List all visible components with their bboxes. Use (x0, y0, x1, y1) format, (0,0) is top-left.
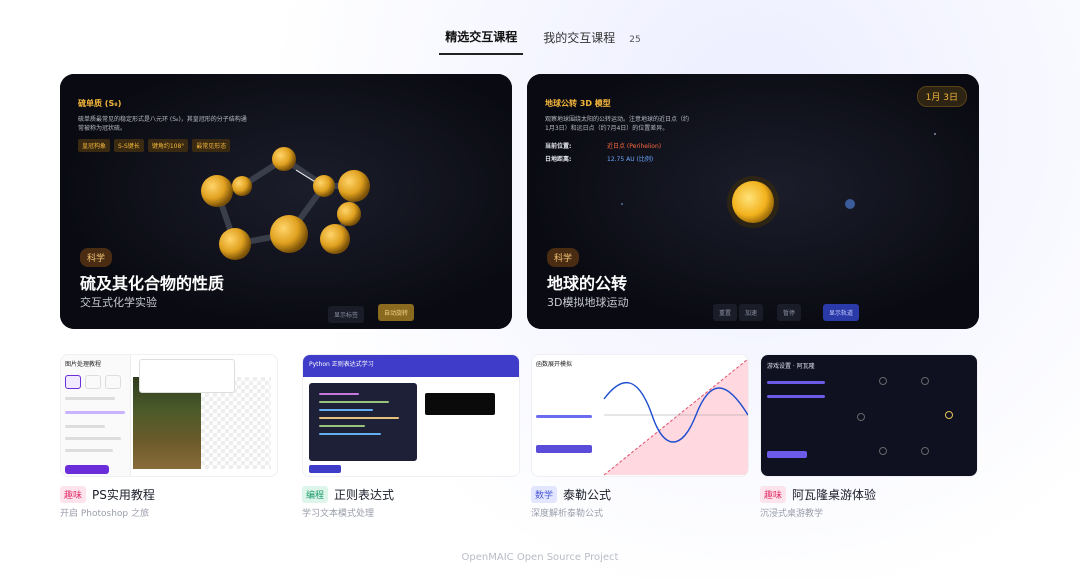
process-button (65, 465, 109, 474)
category-tag: 科学 (80, 248, 113, 267)
course-card-ps[interactable]: 图片处理教程 趣味 PS实用教程 开启 Photoshop 之旅 (60, 354, 278, 519)
player-seat (857, 413, 865, 421)
tab-my-courses[interactable]: 我的交互课程 (537, 25, 621, 54)
role-slider (767, 395, 825, 398)
category-tag: 趣味 (60, 486, 87, 503)
category-tag: 数学 (531, 486, 558, 503)
card-meta: 趣味 PS实用教程 (60, 486, 278, 503)
ps-app-title: 图片处理教程 (65, 361, 102, 368)
pause-button[interactable]: 暂停 (777, 304, 802, 321)
start-game-button (767, 451, 807, 458)
player-seat (879, 447, 887, 455)
course-card-avalon[interactable]: 游戏设置 · 阿瓦隆 趣味 阿瓦隆桌游体验 沉浸式桌游教学 (760, 354, 978, 519)
hint-popup (139, 359, 235, 393)
category-tag: 编程 (302, 486, 329, 503)
player-seat (879, 377, 887, 385)
course-title: 阿瓦隆桌游体验 (792, 488, 877, 502)
output-panel (423, 383, 515, 475)
code-line (319, 393, 359, 395)
slider-line (65, 449, 113, 452)
tool-icon (85, 375, 101, 389)
taylor-panel-title: 函数展开模拟 (536, 361, 573, 368)
code-line (319, 401, 389, 403)
slider-line (65, 411, 125, 414)
course-card-taylor[interactable]: 函数展开模拟 数学 泰勒公式 深度解析泰勒公式 (531, 354, 749, 519)
speed-up-button[interactable]: 加速 (739, 304, 764, 321)
featured-card-sulfur[interactable]: 硫单质 (S₈) 硫单质最常见的稳定形式是八元环 (S₈)，其皇冠形的分子结构通… (60, 74, 512, 329)
tab-featured-courses[interactable]: 精选交互课程 (439, 24, 524, 55)
avalon-panel-title: 游戏设置 · 阿瓦隆 (767, 363, 815, 370)
category-tag: 趣味 (760, 486, 787, 503)
card-subtitle: 交互式化学实验 (80, 296, 157, 309)
category-tag: 科学 (547, 248, 580, 267)
card-title: 地球的公转 (547, 274, 628, 293)
course-subtitle: 学习文本模式处理 (302, 509, 375, 519)
course-title: 泰勒公式 (563, 488, 612, 502)
course-card-regex[interactable]: Python 正则表达式学习 编程 正则表达式 学习文本模式处理 (302, 354, 520, 519)
card-meta: 数学 泰勒公式 (531, 486, 749, 503)
footer-text: OpenMAIC Open Source Project (461, 552, 619, 563)
regex-header-title: Python 正则表达式学习 (309, 361, 374, 368)
tool-icon (65, 375, 81, 389)
player-seat (945, 411, 953, 419)
slider-line (65, 397, 115, 400)
tool-icon (105, 375, 121, 389)
code-line (319, 433, 381, 435)
card-meta: 编程 正则表达式 (302, 486, 520, 503)
course-thumbnail: 函数展开模拟 (531, 354, 749, 477)
terminal-output (425, 393, 495, 415)
card-title: 硫及其化合物的性质 (80, 274, 225, 293)
code-editor (309, 383, 417, 461)
order-slider (536, 415, 592, 418)
player-seat (921, 377, 929, 385)
my-courses-count: 25 (629, 34, 641, 45)
course-tabs: 精选交互课程 我的交互课程 25 (0, 24, 1080, 55)
taylor-plot (603, 358, 748, 476)
course-title: PS实用教程 (92, 488, 155, 502)
player-slider (767, 381, 825, 384)
code-line (319, 409, 373, 411)
slider-line (65, 437, 121, 440)
slider-line (65, 425, 105, 428)
show-orbit-button[interactable]: 显示轨道 (823, 304, 860, 321)
course-title: 正则表达式 (334, 488, 395, 502)
course-subtitle: 沉浸式桌游教学 (760, 509, 824, 519)
course-subtitle: 深度解析泰勒公式 (531, 509, 604, 519)
code-line (319, 417, 399, 419)
regex-header: Python 正则表达式学习 (303, 355, 519, 377)
course-thumbnail: 图片处理教程 (60, 354, 278, 477)
course-thumbnail: 游戏设置 · 阿瓦隆 (760, 354, 978, 477)
player-seat (921, 447, 929, 455)
card-subtitle: 3D模拟地球运动 (547, 296, 629, 309)
card-meta: 趣味 阿瓦隆桌游体验 (760, 486, 978, 503)
ps-sidebar: 图片处理教程 (61, 355, 131, 476)
show-labels-button[interactable]: 显示标签 (328, 306, 365, 323)
featured-card-earth[interactable]: 地球公转 3D 模型 观察地球围绕太阳的公转运动。注意地球的近日点（约1月3日）… (527, 74, 979, 329)
run-button (309, 465, 341, 473)
course-thumbnail: Python 正则表达式学习 (302, 354, 520, 477)
animate-button (536, 445, 592, 453)
code-line (319, 425, 365, 427)
reset-button[interactable]: 重置 (713, 304, 738, 321)
auto-rotate-button[interactable]: 自动旋转 (378, 304, 415, 321)
course-subtitle: 开启 Photoshop 之旅 (60, 509, 150, 519)
